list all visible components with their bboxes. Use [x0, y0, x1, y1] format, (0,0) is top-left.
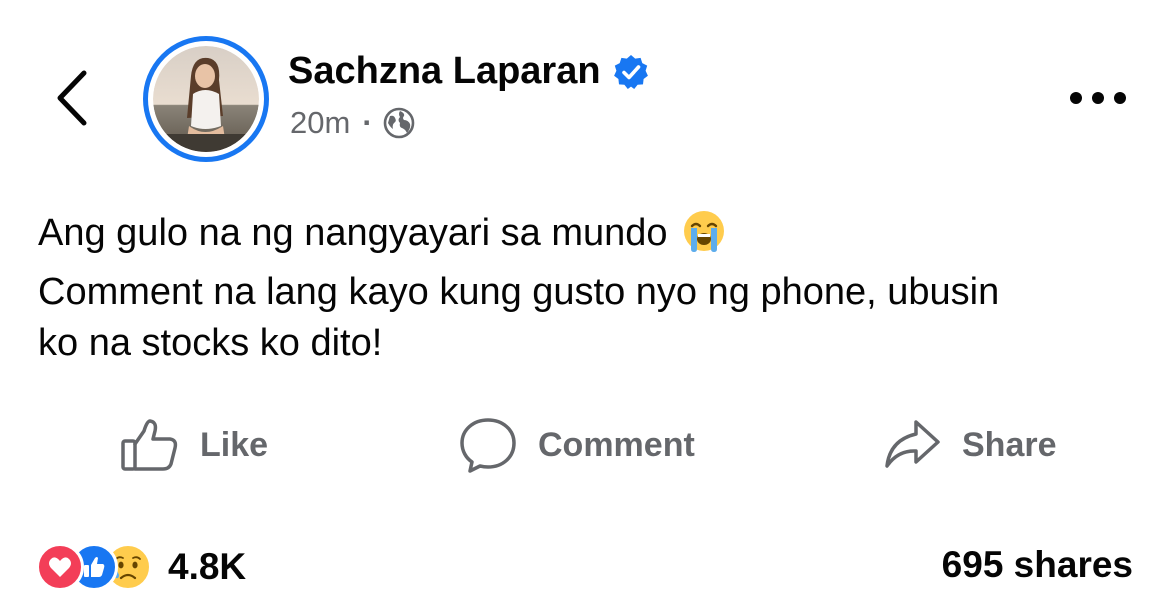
post-time[interactable]: 20m [290, 105, 350, 141]
post-meta: 20m · [290, 105, 415, 141]
share-label: Share [962, 425, 1057, 464]
thumbs-up-icon [120, 417, 180, 473]
like-label: Like [200, 425, 269, 464]
comment-label: Comment [538, 425, 695, 464]
chevron-left-icon [57, 70, 87, 126]
post-line-1-text: Ang gulo na ng nangyayari sa mundo [38, 212, 668, 254]
verified-badge-icon [613, 54, 649, 90]
like-button[interactable]: Like [120, 413, 268, 477]
reactions-summary[interactable]: 4.8K [36, 540, 246, 594]
avatar-photo [153, 46, 259, 152]
love-reaction-icon [36, 543, 84, 591]
meta-separator: · [362, 105, 373, 140]
author-avatar[interactable] [143, 36, 269, 162]
share-button[interactable]: Share [882, 413, 1057, 477]
post-text-line-1: Ang gulo na ng nangyayari sa mundo [38, 208, 1148, 267]
comment-bubble-icon [458, 416, 518, 474]
more-options-button[interactable] [1058, 78, 1138, 118]
post-text-line-2: Comment na lang kayo kung gusto nyo ng p… [38, 271, 1000, 313]
post-detail-screen: Sachzna Laparan 20m · Ang gulo na ng nan… [0, 0, 1169, 615]
globe-icon [383, 107, 415, 139]
share-arrow-icon [882, 418, 942, 472]
loudly-crying-face-emoji-icon [682, 209, 726, 267]
post-body: Ang gulo na ng nangyayari sa mundo Comme… [38, 208, 1148, 369]
comment-button[interactable]: Comment [458, 413, 695, 477]
post-text-line-3: ko na stocks ko dito! [38, 322, 383, 364]
author-name-text: Sachzna Laparan [288, 50, 601, 92]
shares-count[interactable]: 695 shares [942, 544, 1133, 586]
back-button[interactable] [44, 62, 100, 134]
reaction-count: 4.8K [168, 546, 247, 587]
more-horizontal-icon [1070, 92, 1126, 104]
author-name[interactable]: Sachzna Laparan [288, 50, 649, 93]
